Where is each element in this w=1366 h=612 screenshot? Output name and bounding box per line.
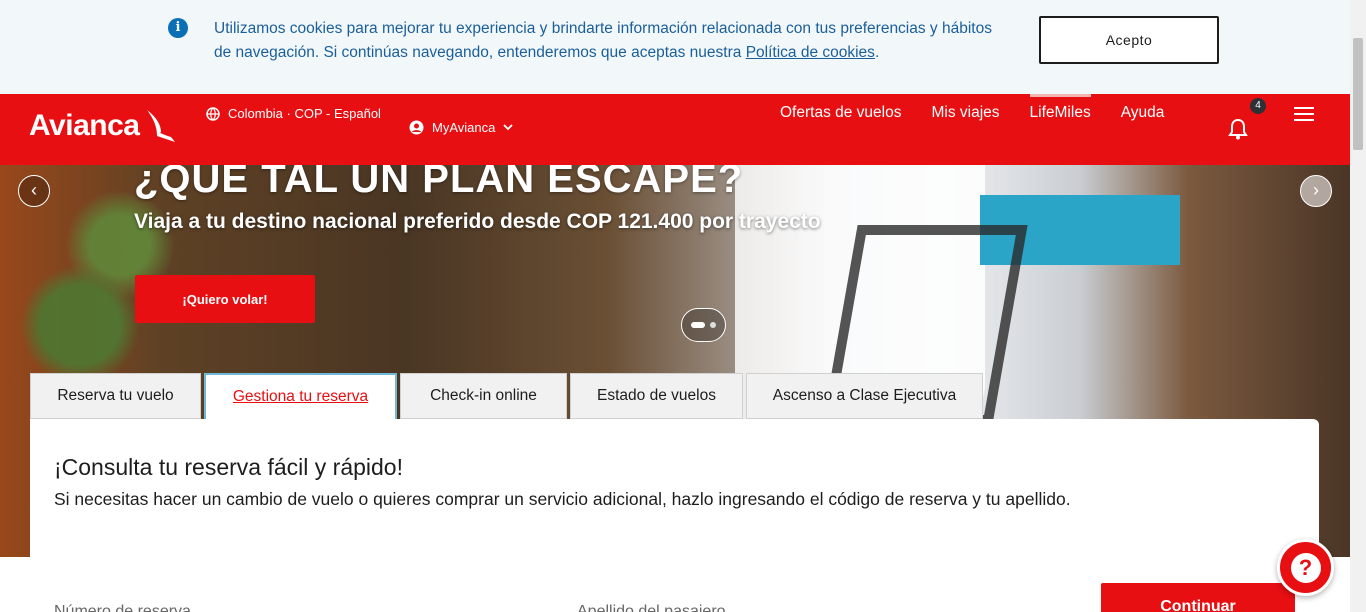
cookie-message: Utilizamos cookies para mejorar tu exper… xyxy=(214,17,1004,65)
hamburger-menu-icon[interactable] xyxy=(1294,107,1314,125)
booking-tabs: Reserva tu vuelo Gestiona tu reserva Che… xyxy=(30,373,986,419)
panel-heading: ¡Consulta tu reserva fácil y rápido! xyxy=(54,454,403,480)
manage-booking-panel: ¡Consulta tu reserva fácil y rápido! Si … xyxy=(30,419,1319,612)
scrollbar-thumb[interactable] xyxy=(1353,38,1363,150)
cookie-banner: i Utilizamos cookies para mejorar tu exp… xyxy=(0,0,1350,94)
logo-text: Avianca xyxy=(29,109,140,142)
carousel-dot[interactable] xyxy=(710,322,716,328)
question-icon: ? xyxy=(1290,552,1321,583)
globe-icon xyxy=(206,106,220,121)
info-icon: i xyxy=(168,18,188,38)
carousel-pagination[interactable] xyxy=(681,308,726,342)
carousel-prev-icon[interactable]: ‹ xyxy=(18,175,50,207)
last-name-field[interactable]: Apellido del pasajero xyxy=(577,603,726,612)
cookie-policy-link[interactable]: Política de cookies xyxy=(746,44,875,61)
tab-reserva-vuelo[interactable]: Reserva tu vuelo xyxy=(30,373,201,419)
hero-title: ¿QUÉ TAL UN PLAN ESCAPE? xyxy=(134,165,744,201)
reservation-code-field[interactable]: Número de reserva xyxy=(54,603,191,612)
main-nav: Ofertas de vuelos Mis viajes LifeMiles A… xyxy=(780,94,1194,165)
nav-mis-viajes[interactable]: Mis viajes xyxy=(931,94,999,165)
accept-cookies-button[interactable]: Acepto xyxy=(1039,16,1219,64)
site-header: Avianca Colombia · COP - Español MyAvian… xyxy=(0,94,1350,165)
continue-button[interactable]: Continuar xyxy=(1101,583,1295,612)
carousel-dot-active[interactable] xyxy=(691,322,705,328)
tab-check-in[interactable]: Check-in online xyxy=(400,373,567,419)
tab-ascenso-ejecutiva[interactable]: Ascenso a Clase Ejecutiva xyxy=(746,373,983,419)
logo-bird-icon xyxy=(147,110,176,142)
tab-estado-vuelos[interactable]: Estado de vuelos xyxy=(570,373,743,419)
hero-subtitle: Viaja a tu destino nacional preferido de… xyxy=(134,210,821,233)
nav-ofertas[interactable]: Ofertas de vuelos xyxy=(780,94,901,165)
nav-lifemiles[interactable]: LifeMiles xyxy=(1029,94,1091,165)
page-scrollbar[interactable] xyxy=(1350,0,1366,612)
bell-icon[interactable] xyxy=(1228,118,1248,140)
cookie-text-end: . xyxy=(874,44,880,61)
help-chat-button[interactable]: ? xyxy=(1277,539,1334,596)
tab-gestiona-reserva[interactable]: Gestiona tu reserva xyxy=(204,373,397,419)
panel-description: Si necesitas hacer un cambio de vuelo o … xyxy=(54,489,1071,509)
account-label: MyAvianca xyxy=(432,120,496,135)
nav-ayuda[interactable]: Ayuda xyxy=(1121,94,1165,165)
user-icon xyxy=(409,120,424,135)
notification-badge: 4 xyxy=(1250,98,1266,114)
myavianca-menu[interactable]: MyAvianca xyxy=(409,120,513,135)
chevron-down-icon xyxy=(503,124,513,131)
region-label: Colombia · COP - Español xyxy=(228,106,381,121)
region-selector[interactable]: Colombia · COP - Español xyxy=(206,106,381,121)
quiero-volar-button[interactable]: ¡Quiero volar! xyxy=(135,275,315,323)
carousel-next-icon[interactable]: › xyxy=(1300,175,1332,207)
avianca-logo[interactable]: Avianca xyxy=(29,108,177,144)
